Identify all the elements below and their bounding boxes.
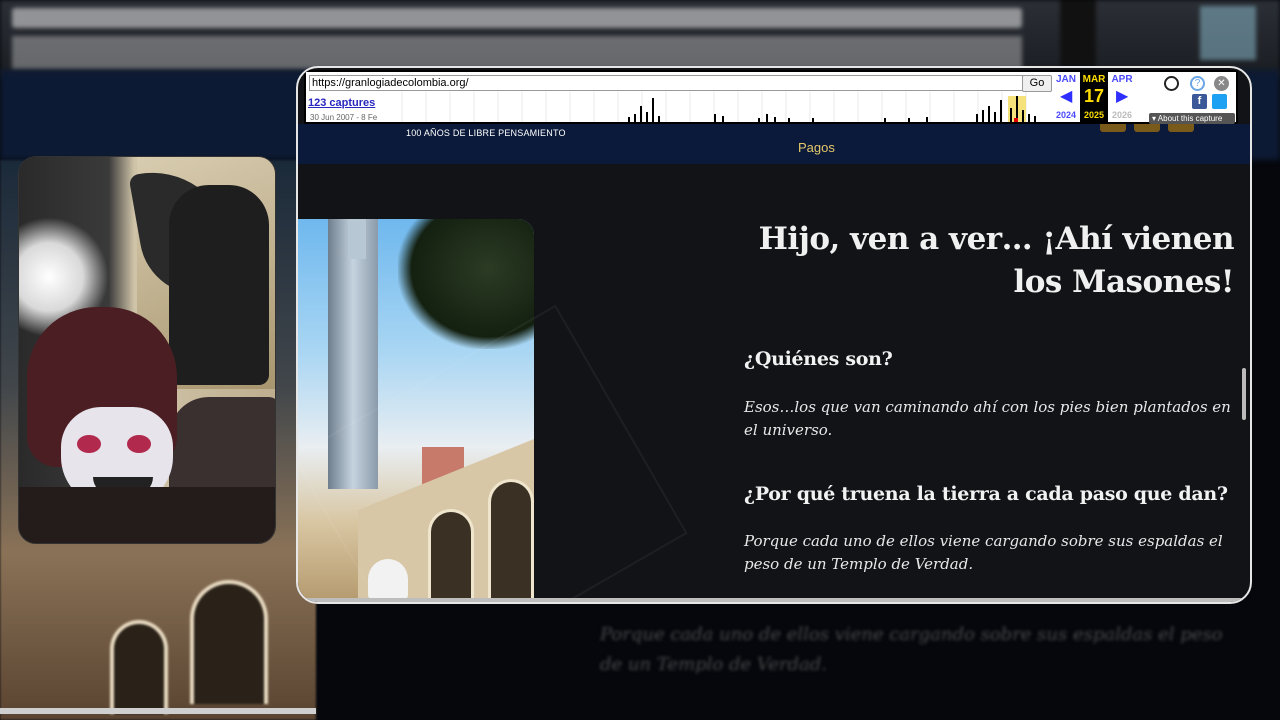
next-year-link: 2026 [1111, 110, 1133, 120]
current-year: 2025 [1083, 110, 1105, 120]
wayback-toolbar: https://granlogiadecolombia.org/ Go 123 … [304, 70, 1238, 124]
current-month-label: MAR [1082, 74, 1106, 85]
current-day: 17 [1083, 86, 1105, 106]
header-button[interactable] [1100, 124, 1126, 132]
answer-text: Porque cada uno de ellos viene cargando … [744, 532, 1223, 573]
user-icon[interactable] [1164, 76, 1179, 91]
header-button[interactable] [1134, 124, 1160, 132]
background-scrollbar [0, 708, 316, 714]
go-button[interactable]: Go [1022, 75, 1052, 92]
next-capture-icon[interactable]: ▶ [1116, 86, 1128, 106]
captures-link[interactable]: 123 captures [308, 97, 375, 109]
prev-year-link[interactable]: 2024 [1052, 110, 1080, 120]
question-heading: ¿Por qué truena la tierra a cada paso qu… [744, 483, 1228, 505]
prev-capture-icon[interactable]: ◀ [1060, 86, 1072, 106]
webcam-overlay [18, 156, 276, 544]
twitter-icon[interactable] [1212, 94, 1227, 109]
close-icon[interactable]: ✕ [1214, 76, 1229, 91]
next-month-link[interactable]: APR [1108, 74, 1136, 85]
capture-sparkline[interactable] [378, 92, 1050, 122]
answer-text: Esos…los que van caminando ahí con los p… [744, 398, 1231, 439]
help-icon[interactable]: ? [1190, 76, 1205, 91]
calendar-nav: JAN MAR ◀ 17 ▶ APR 2024 2025 2026 [1052, 72, 1136, 124]
browser-window: 100 AÑOS DE LIBRE PENSAMIENTO Pagos http… [296, 66, 1252, 604]
site-header: 100 AÑOS DE LIBRE PENSAMIENTO Pagos [298, 124, 1250, 164]
about-capture-button[interactable]: ▾ About this capture [1149, 113, 1235, 124]
question-heading: ¿Quiénes son? [744, 348, 893, 370]
nav-pagos-link[interactable]: Pagos [798, 140, 835, 155]
facebook-icon[interactable]: f [1192, 94, 1207, 109]
article: Hijo, ven a ver… ¡Ahí vienen los Masones… [744, 218, 1235, 304]
article-title: Hijo, ven a ver… ¡Ahí vienen los Masones… [758, 221, 1235, 300]
capture-range: 30 Jun 2007 - 8 Fe [310, 113, 378, 122]
vertical-scrollbar[interactable] [1242, 368, 1246, 420]
background-blurred-text: Porque cada uno de ellos viene cargando … [600, 624, 1223, 675]
prev-month-link[interactable]: JAN [1052, 74, 1080, 85]
about-capture-label: About this capture [1157, 114, 1223, 123]
url-input[interactable]: https://granlogiadecolombia.org/ [309, 75, 1023, 91]
horizontal-scrollbar[interactable] [298, 598, 1250, 602]
site-tagline: 100 AÑOS DE LIBRE PENSAMIENTO [406, 128, 566, 138]
header-button[interactable] [1168, 124, 1194, 132]
